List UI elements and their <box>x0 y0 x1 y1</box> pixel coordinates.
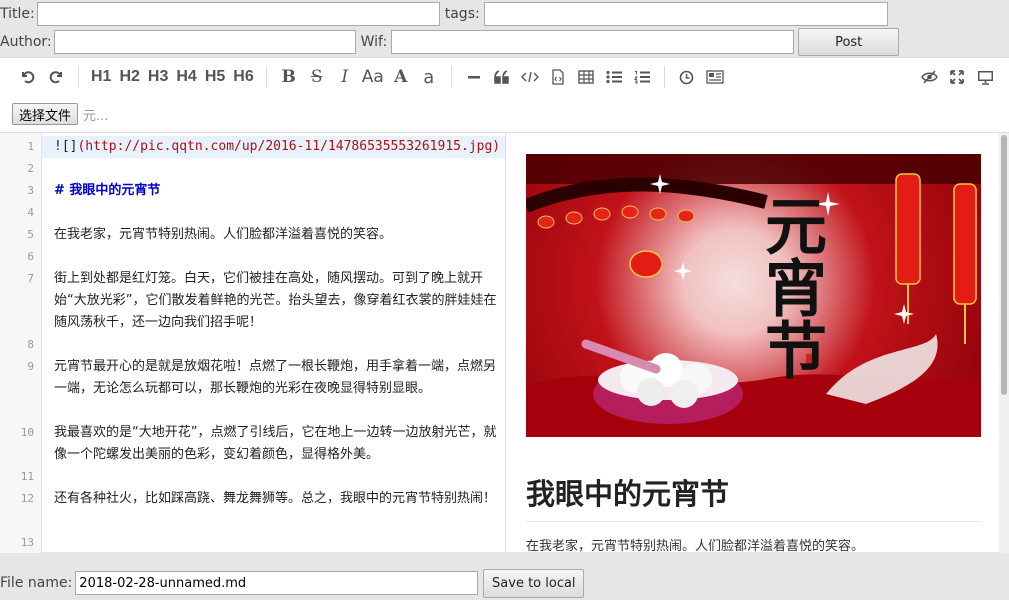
code-block-icon[interactable] <box>544 63 572 91</box>
file-name-input[interactable] <box>75 571 479 595</box>
markdown-editor: H1 H2 H3 H4 H5 H6 B S I Aa A a 选择文件 元...… <box>0 57 1009 553</box>
preview-scrollbar[interactable] <box>999 133 1009 553</box>
h2-button[interactable]: H2 <box>115 63 143 91</box>
ordered-list-icon[interactable] <box>628 63 656 91</box>
scrollbar-thumb[interactable] <box>1001 135 1007 395</box>
toolbar-divider <box>663 66 665 88</box>
bold-icon[interactable]: B <box>275 63 303 91</box>
markdown-preview: 元宵节 我眼中的元宵节 在我老家，元宵节特别热闹。人们脸都洋溢着喜悦的笑容。 <box>505 133 1009 553</box>
author-label: Author: <box>0 34 52 50</box>
monitor-icon[interactable] <box>971 63 999 91</box>
quote-icon[interactable] <box>488 63 516 91</box>
tags-input[interactable] <box>483 2 888 26</box>
lantern-festival-image: 元宵节 <box>526 154 981 437</box>
case-icon[interactable]: Aa <box>359 63 387 91</box>
line-number: 4 <box>27 206 34 219</box>
wif-input[interactable] <box>391 30 795 54</box>
toolbar-divider <box>450 66 452 88</box>
file-name-label: File name: <box>0 575 73 591</box>
choose-file-button[interactable]: 选择文件 <box>12 103 79 125</box>
code-line[interactable]: 元宵节最开心的是就是放烟花啦！点燃了一根长鞭炮，用手拿着一端，点燃另一端，无论怎… <box>54 356 499 400</box>
save-bar: File name: Save to local <box>0 568 585 598</box>
line-number: 13 <box>20 536 34 549</box>
line-number: 7 <box>27 272 34 285</box>
clock-icon[interactable] <box>673 63 701 91</box>
code-line[interactable]: 还有各种社火，比如踩高跷、舞龙舞狮等。总之，我眼中的元宵节特别热闹！ <box>54 488 499 510</box>
code-line-heading[interactable]: # 我眼中的元宵节 <box>54 180 499 202</box>
tags-label: tags: <box>444 6 480 22</box>
toolbar-right-group <box>915 63 999 91</box>
image-upload-row: 选择文件 元... <box>12 102 108 126</box>
line-number: 5 <box>27 228 34 241</box>
h3-button[interactable]: H3 <box>144 63 172 91</box>
h1-button[interactable]: H1 <box>87 63 115 91</box>
h6-button[interactable]: H6 <box>229 63 257 91</box>
wif-label: Wif: <box>360 34 388 50</box>
code-line[interactable]: 我最喜欢的是“大地开花”，点燃了引线后，它在地上一边转一边放射光芒，就像一个陀螺… <box>54 422 499 466</box>
code-line[interactable]: 街上到处都是红灯笼。白天，它们被挂在高处，随风摆动。可到了晚上就开始“大放光彩”… <box>54 268 499 334</box>
line-number: 8 <box>27 338 34 351</box>
preview-paragraph: 在我老家，元宵节特别热闹。人们脸都洋溢着喜悦的笑容。 <box>526 539 865 553</box>
toggle-preview-icon[interactable] <box>915 63 943 91</box>
editor-toolbar: H1 H2 H3 H4 H5 H6 B S I Aa A a <box>0 58 1009 96</box>
author-input[interactable] <box>53 30 356 54</box>
redo-icon[interactable] <box>42 63 70 91</box>
line-number: 10 <box>20 426 34 439</box>
html-entities-icon[interactable] <box>701 63 729 91</box>
table-icon[interactable] <box>572 63 600 91</box>
horizontal-rule-icon[interactable] <box>460 63 488 91</box>
md-image-bracket: ![] <box>54 139 78 154</box>
h4-button[interactable]: H4 <box>172 63 200 91</box>
strikethrough-icon[interactable]: S <box>303 63 331 91</box>
editor-panes: 1 2 3 4 5 6 7 8 9 10 11 12 13 ![](http:/… <box>0 132 1009 553</box>
preview-heading: 我眼中的元宵节 <box>526 471 981 522</box>
italic-icon[interactable]: I <box>331 63 359 91</box>
code-line[interactable]: 在我老家，元宵节特别热闹。人们脸都洋溢着喜悦的笑容。 <box>54 224 499 246</box>
line-number-gutter: 1 2 3 4 5 6 7 8 9 10 11 12 13 <box>0 133 42 553</box>
poster-calligraphy: 元宵节 <box>754 194 827 380</box>
line-number: 3 <box>27 184 34 197</box>
post-button[interactable]: Post <box>798 28 900 56</box>
line-number: 6 <box>27 250 34 263</box>
fullscreen-icon[interactable] <box>943 63 971 91</box>
line-number: 1 <box>27 140 34 153</box>
lowercase-icon[interactable]: a <box>415 63 443 91</box>
unordered-list-icon[interactable] <box>600 63 628 91</box>
line-number: 11 <box>20 470 34 483</box>
uppercase-icon[interactable]: A <box>387 63 415 91</box>
title-input[interactable] <box>36 2 440 26</box>
title-label: Title: <box>0 6 35 22</box>
undo-icon[interactable] <box>14 63 42 91</box>
md-image-url: (http://pic.qqtn.com/up/2016-11/14786535… <box>77 139 501 154</box>
h5-button[interactable]: H5 <box>201 63 229 91</box>
code-line-image[interactable]: ![](http://pic.qqtn.com/up/2016-11/14786… <box>42 136 505 158</box>
line-number: 12 <box>20 492 34 505</box>
code-icon[interactable] <box>516 63 544 91</box>
toolbar-divider <box>78 66 79 88</box>
line-number: 9 <box>27 360 34 373</box>
chosen-file-name: 元... <box>83 108 109 124</box>
line-number: 2 <box>27 162 34 175</box>
save-to-local-button[interactable]: Save to local <box>483 568 585 598</box>
markdown-source[interactable]: ![](http://pic.qqtn.com/up/2016-11/14786… <box>42 133 505 553</box>
toolbar-divider <box>265 66 267 88</box>
